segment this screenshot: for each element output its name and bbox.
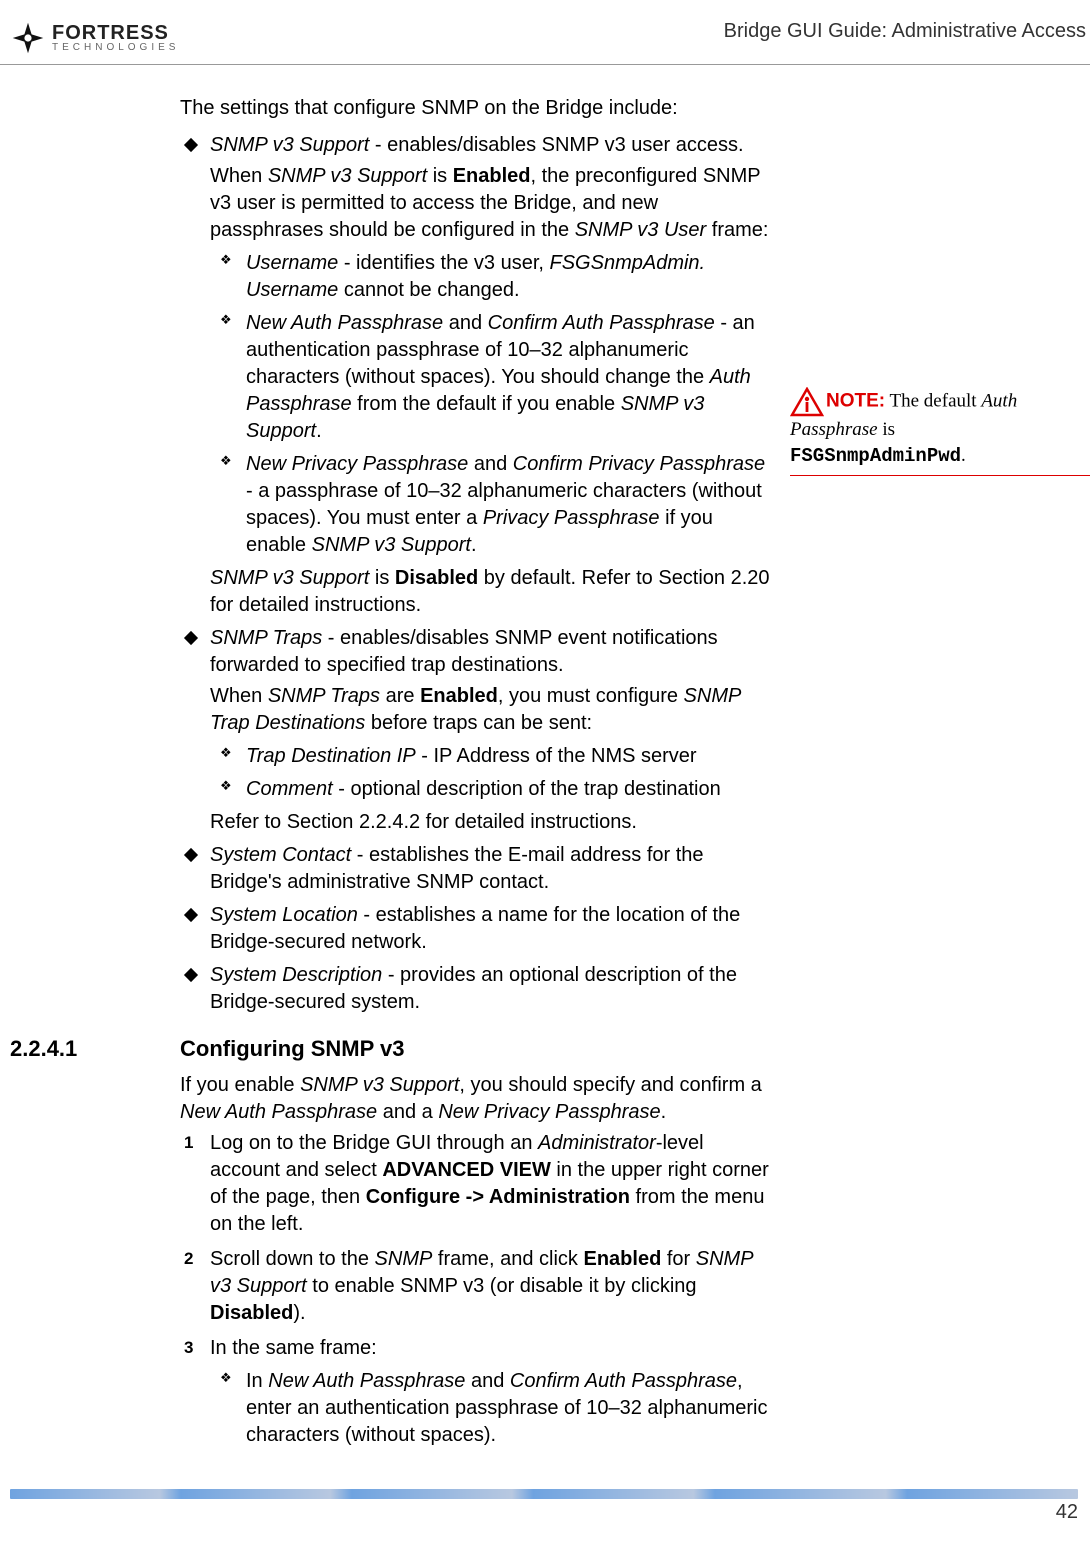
page-footer: 42 <box>0 1489 1090 1524</box>
note-label: NOTE: <box>826 390 885 411</box>
sub-username: Username - identifies the v3 user, FSGSn… <box>246 250 775 304</box>
note-text-1: The default <box>885 390 981 411</box>
logo-main-text: FORTRESS <box>52 23 179 43</box>
page-header: FORTRESS TECHNOLOGIES Bridge GUI Guide: … <box>0 20 1090 65</box>
intro-text: The settings that configure SNMP on the … <box>180 95 775 122</box>
footer-bar-icon <box>10 1489 1078 1499</box>
header-title: Bridge GUI Guide: Administrative Access <box>724 20 1086 43</box>
section-intro: If you enable SNMP v3 Support, you shoul… <box>180 1072 775 1126</box>
bullet-snmp-v3-support: SNMP v3 Support - enables/disables SNMP … <box>210 132 775 619</box>
note-code: FSGSnmpAdminPwd <box>790 445 961 467</box>
step-1: Log on to the Bridge GUI through an Admi… <box>210 1130 775 1238</box>
section-title: Configuring SNMP v3 <box>180 1034 405 1064</box>
note-text-3: is <box>878 419 895 440</box>
bullet-snmp-traps: SNMP Traps - enables/disables SNMP event… <box>210 625 775 836</box>
margin-note: NOTE: The default Auth Passphrase is FSG… <box>790 387 1090 476</box>
logo: FORTRESS TECHNOLOGIES <box>10 20 179 56</box>
refer-section: Refer to Section 2.2.4.2 for detailed in… <box>210 809 775 836</box>
note-text-4: . <box>961 445 966 466</box>
caution-icon <box>790 387 824 417</box>
bullet-system-contact: System Contact - establishes the E-mail … <box>210 842 775 896</box>
step-3-sub-auth: In New Auth Passphrase and Confirm Auth … <box>246 1368 775 1449</box>
sub-auth-passphrase: New Auth Passphrase and Confirm Auth Pas… <box>246 310 775 445</box>
logo-sub-text: TECHNOLOGIES <box>52 43 179 53</box>
body-content: NOTE: The default Auth Passphrase is FSG… <box>0 95 1090 1449</box>
sub-comment: Comment - optional description of the tr… <box>246 776 775 803</box>
step-3: In the same frame: In New Auth Passphras… <box>210 1335 775 1449</box>
step-2: Scroll down to the SNMP frame, and click… <box>210 1246 775 1327</box>
sub-trap-dest-ip: Trap Destination IP - IP Address of the … <box>246 743 775 770</box>
sub-privacy-passphrase: New Privacy Passphrase and Confirm Priva… <box>246 451 775 559</box>
page-number: 42 <box>10 1501 1078 1524</box>
section-number: 2.2.4.1 <box>10 1034 180 1064</box>
bullet-system-location: System Location - establishes a name for… <box>210 902 775 956</box>
section-heading: 2.2.4.1 Configuring SNMP v3 <box>0 1034 775 1064</box>
logo-icon <box>10 20 46 56</box>
bullet-system-description: System Description - provides an optiona… <box>210 962 775 1016</box>
